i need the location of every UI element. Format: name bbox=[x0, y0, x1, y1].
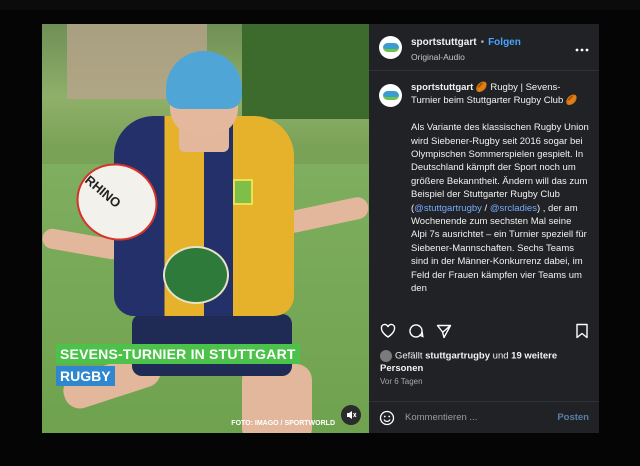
likes-summary: Gefällt stuttgartrugby und 19 weitere Pe… bbox=[380, 350, 590, 376]
more-options-icon[interactable] bbox=[575, 40, 589, 55]
jersey-badge bbox=[233, 179, 253, 205]
background-trees bbox=[242, 24, 369, 119]
comment-bar: Kommentieren ... Posten bbox=[369, 401, 599, 433]
image-caption-tag: RUGBY bbox=[56, 366, 115, 386]
share-icon[interactable] bbox=[436, 323, 452, 339]
separator-dot: • bbox=[480, 37, 485, 48]
caption-body-2: / bbox=[481, 202, 490, 214]
comment-input[interactable]: Kommentieren ... bbox=[405, 412, 557, 423]
caption-text: sportstuttgart 🏉 Rugby | Sevens-Turnier … bbox=[411, 81, 589, 296]
likes-prefix: Gefällt bbox=[395, 350, 426, 362]
bookmark-icon[interactable] bbox=[574, 323, 590, 339]
action-bar bbox=[380, 320, 590, 342]
heart-icon[interactable] bbox=[380, 323, 396, 339]
photo-credit: FOTO: IMAGO / SPORTWORLD bbox=[231, 420, 335, 427]
account-name[interactable]: sportstuttgart bbox=[411, 37, 477, 48]
mute-icon[interactable] bbox=[341, 405, 361, 425]
post-header: sportstuttgart • Folgen Original-Audio bbox=[369, 24, 599, 71]
post-side-panel: sportstuttgart • Folgen Original-Audio spo… bbox=[369, 24, 599, 433]
comment-icon[interactable] bbox=[408, 323, 424, 339]
caption-area: sportstuttgart 🏉 Rugby | Sevens-Turnier … bbox=[369, 81, 599, 314]
likes-mid: und bbox=[490, 350, 512, 362]
post-media[interactable]: RHINO SEVENS-TURNIER IN STUTTGART RUGBY … bbox=[42, 24, 369, 433]
audio-label[interactable]: Original-Audio bbox=[411, 52, 575, 62]
caption-body-3: ) , der am Wochenende zum sechsten Mal s… bbox=[411, 202, 587, 295]
caption-username[interactable]: sportstuttgart bbox=[411, 82, 473, 93]
top-strip bbox=[0, 0, 640, 10]
post-date[interactable]: Vor 6 Tagen bbox=[380, 377, 423, 386]
image-caption-title: SEVENS-TURNIER IN STUTTGART bbox=[56, 344, 300, 364]
post-modal: RHINO SEVENS-TURNIER IN STUTTGART RUGBY … bbox=[42, 24, 599, 433]
mention-stuttgartrugby[interactable]: @stuttgartrugby bbox=[414, 203, 482, 214]
caption-avatar[interactable] bbox=[379, 84, 402, 107]
post-comment-button[interactable]: Posten bbox=[557, 412, 589, 423]
emoji-icon[interactable] bbox=[379, 410, 395, 426]
liker-avatar[interactable] bbox=[380, 350, 392, 362]
mention-srcladies[interactable]: @srcladies bbox=[490, 203, 537, 214]
account-avatar[interactable] bbox=[379, 35, 402, 59]
header-text: sportstuttgart • Folgen Original-Audio bbox=[411, 32, 575, 62]
jersey-crest bbox=[163, 246, 229, 304]
follow-button[interactable]: Folgen bbox=[488, 37, 521, 48]
caption-body-1: Als Variante des klassischen Rugby Union… bbox=[411, 122, 589, 214]
likes-user[interactable]: stuttgartrugby bbox=[425, 351, 490, 362]
